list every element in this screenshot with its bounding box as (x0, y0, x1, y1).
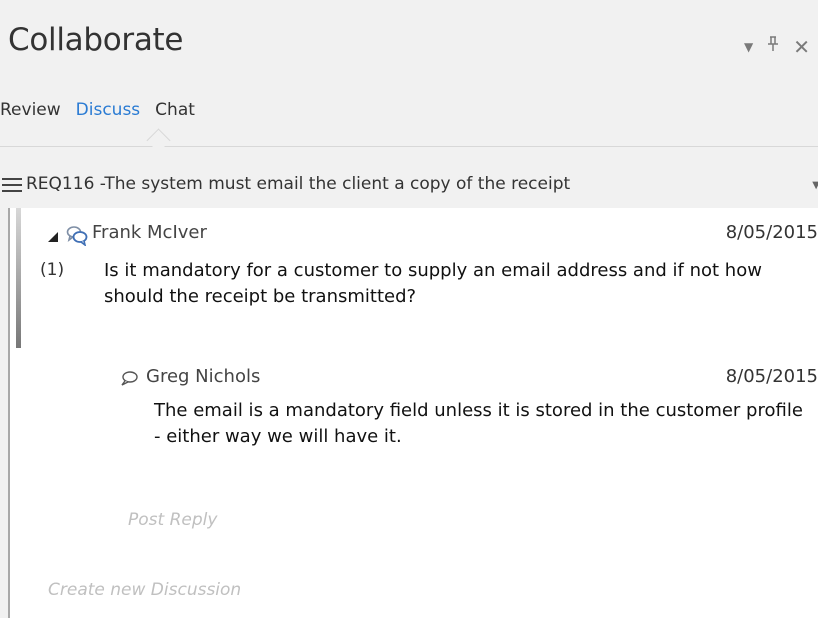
discussion-bubbles-icon (66, 226, 88, 246)
reply-header: Greg Nichols 8/05/2015 (120, 366, 818, 390)
discussion-content: Frank McIver 8/05/2015 (1) Is it mandato… (8, 208, 818, 618)
title-bar: Collaborate ▼ ✕ (0, 0, 818, 84)
tab-divider (0, 146, 818, 147)
content-left-border (8, 208, 10, 618)
reply-date: 8/05/2015 (725, 366, 818, 387)
chevron-down-icon[interactable]: ▼ (812, 180, 818, 191)
collaborate-panel: Collaborate ▼ ✕ Review Discuss Chat REQ1… (0, 0, 818, 618)
panel-title: Collaborate (8, 22, 184, 58)
collapse-triangle-icon[interactable] (48, 232, 58, 242)
requirement-selector[interactable]: REQ116 -The system must email the client… (0, 168, 818, 202)
dropdown-arrow-icon[interactable]: ▼ (744, 37, 753, 57)
discussion-date: 8/05/2015 (725, 222, 818, 243)
requirement-label: REQ116 -The system must email the client… (26, 174, 571, 194)
window-controls: ▼ ✕ (744, 36, 810, 57)
create-new-discussion-input[interactable]: Create new Discussion (48, 580, 241, 600)
tab-bar: Review Discuss Chat (0, 100, 201, 140)
discussion-author: Frank McIver (92, 222, 207, 243)
reply-text: The email is a mandatory field unless it… (154, 400, 803, 447)
thread-selection-bar (16, 208, 21, 348)
close-icon[interactable]: ✕ (793, 37, 810, 57)
tab-review[interactable]: Review (0, 100, 61, 140)
hamburger-menu-icon[interactable] (2, 178, 22, 192)
reply-author: Greg Nichols (146, 366, 261, 387)
discussion-text: Is it mandatory for a customer to supply… (104, 260, 762, 307)
reply-bubble-icon (121, 371, 138, 386)
tab-discuss[interactable]: Discuss (76, 100, 141, 140)
discussion-header: Frank McIver 8/05/2015 (48, 222, 818, 246)
discussion-number: (1) (40, 260, 65, 280)
post-reply-input[interactable]: Post Reply (128, 510, 217, 530)
pin-icon[interactable] (767, 36, 779, 57)
